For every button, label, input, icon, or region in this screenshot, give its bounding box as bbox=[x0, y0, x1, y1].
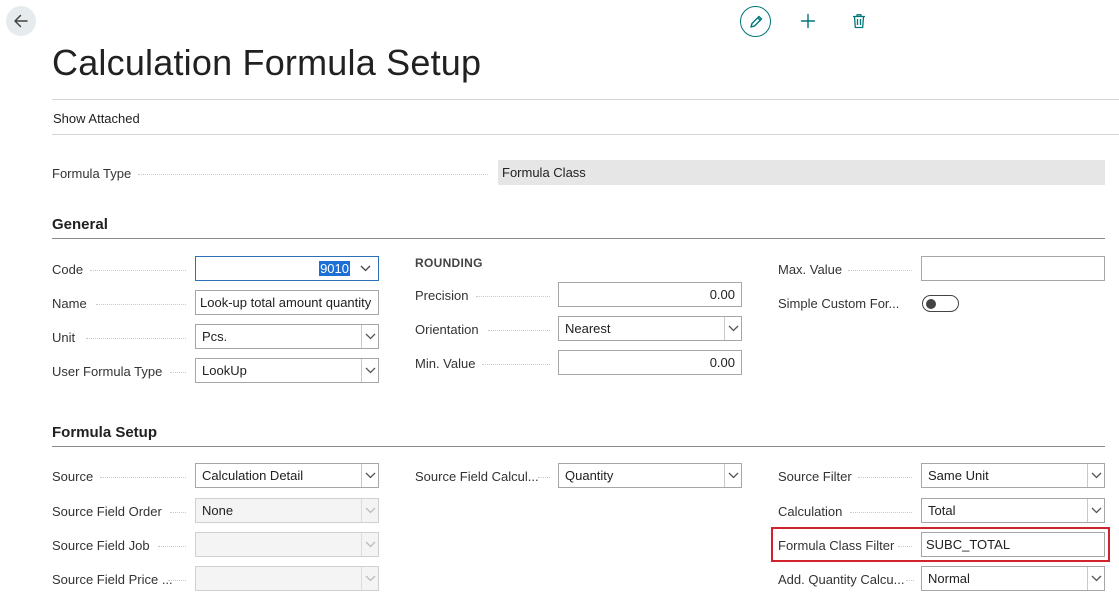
chevron-down-icon[interactable] bbox=[361, 325, 378, 348]
general-section-title[interactable]: General bbox=[52, 216, 108, 233]
leader-dots bbox=[850, 512, 912, 513]
leader-dots bbox=[482, 364, 550, 365]
add-quantity-calculation-label: Add. Quantity Calcu... bbox=[778, 571, 905, 587]
calculation-value: Total bbox=[928, 503, 956, 518]
leader-dots bbox=[90, 270, 186, 271]
leader-dots bbox=[858, 477, 912, 478]
leader-dots bbox=[168, 580, 186, 581]
chevron-down-icon bbox=[361, 533, 378, 556]
name-label: Name bbox=[52, 295, 87, 311]
chevron-down-icon[interactable] bbox=[361, 464, 378, 487]
leader-dots bbox=[100, 477, 186, 478]
leader-dots bbox=[170, 512, 186, 513]
calculation-select[interactable]: Total bbox=[921, 498, 1105, 523]
show-attached-action[interactable]: Show Attached bbox=[53, 111, 140, 126]
leader-dots bbox=[538, 477, 550, 478]
simple-custom-formula-toggle[interactable] bbox=[922, 295, 959, 312]
delete-button[interactable] bbox=[848, 9, 870, 33]
formula-setup-section-title[interactable]: Formula Setup bbox=[52, 424, 157, 441]
source-field-job-label: Source Field Job bbox=[52, 537, 150, 553]
chevron-down-icon[interactable] bbox=[357, 257, 374, 280]
precision-label: Precision bbox=[415, 287, 469, 303]
user-formula-type-value: LookUp bbox=[202, 363, 247, 378]
code-field[interactable]: 9010 bbox=[195, 256, 379, 281]
min-value-label: Min. Value bbox=[415, 355, 476, 371]
source-value: Calculation Detail bbox=[202, 468, 304, 483]
source-field-price-label: Source Field Price ... bbox=[52, 571, 173, 587]
leader-dots bbox=[488, 330, 550, 331]
source-field-calculation-label: Source Field Calcul... bbox=[415, 468, 539, 484]
back-button[interactable] bbox=[6, 6, 36, 36]
formula-type-label: Formula Type bbox=[52, 165, 132, 181]
user-formula-type-select[interactable]: LookUp bbox=[195, 358, 379, 383]
leader-dots bbox=[848, 270, 912, 271]
source-field-calculation-select[interactable]: Quantity bbox=[558, 463, 742, 488]
calculation-label: Calculation bbox=[778, 503, 843, 519]
code-label: Code bbox=[52, 261, 84, 277]
chevron-down-icon bbox=[361, 567, 378, 590]
rounding-heading: ROUNDING bbox=[415, 256, 483, 270]
leader-dots bbox=[138, 174, 488, 175]
chevron-down-icon[interactable] bbox=[361, 359, 378, 382]
leader-dots bbox=[96, 304, 186, 305]
source-field-job-select bbox=[195, 532, 379, 557]
source-select[interactable]: Calculation Detail bbox=[195, 463, 379, 488]
max-value-label: Max. Value bbox=[778, 261, 843, 277]
new-button[interactable] bbox=[796, 9, 820, 33]
code-value: 9010 bbox=[319, 261, 350, 276]
chevron-down-icon[interactable] bbox=[1087, 567, 1104, 590]
source-field-calculation-value: Quantity bbox=[565, 468, 614, 483]
leader-dots bbox=[170, 372, 186, 373]
leader-dots bbox=[476, 296, 550, 297]
add-quantity-calculation-value: Normal bbox=[928, 571, 970, 586]
divider bbox=[52, 134, 1119, 135]
chevron-down-icon[interactable] bbox=[1087, 499, 1104, 522]
leader-dots bbox=[86, 338, 186, 339]
leader-dots bbox=[906, 580, 914, 581]
unit-label: Unit bbox=[52, 329, 76, 345]
formula-class-filter-label: Formula Class Filter bbox=[778, 537, 895, 553]
source-field-price-select bbox=[195, 566, 379, 591]
orientation-label: Orientation bbox=[415, 321, 479, 337]
section-divider bbox=[52, 446, 1105, 447]
orientation-select[interactable]: Nearest bbox=[558, 316, 742, 341]
page-title: Calculation Formula Setup bbox=[52, 42, 482, 83]
chevron-down-icon[interactable] bbox=[724, 317, 741, 340]
source-filter-select[interactable]: Same Unit bbox=[921, 463, 1105, 488]
chevron-down-icon bbox=[361, 499, 378, 522]
section-divider bbox=[52, 238, 1105, 239]
source-field-order-select: None bbox=[195, 498, 379, 523]
max-value-field[interactable] bbox=[921, 256, 1105, 281]
unit-value: Pcs. bbox=[202, 329, 228, 344]
simple-custom-formula-label: Simple Custom For... bbox=[778, 295, 900, 311]
min-value-field[interactable]: 0.00 bbox=[558, 350, 742, 375]
name-field[interactable]: Look-up total amount quantity bbox=[195, 290, 379, 315]
source-field-order-label: Source Field Order bbox=[52, 503, 162, 519]
unit-select[interactable]: Pcs. bbox=[195, 324, 379, 349]
arrow-left-icon bbox=[14, 14, 28, 28]
plus-icon bbox=[800, 13, 816, 29]
divider bbox=[52, 99, 1119, 100]
leader-dots bbox=[158, 546, 186, 547]
chevron-down-icon[interactable] bbox=[1087, 464, 1104, 487]
toggle-knob bbox=[926, 298, 936, 309]
orientation-value: Nearest bbox=[565, 321, 611, 336]
chevron-down-icon[interactable] bbox=[724, 464, 741, 487]
precision-field[interactable]: 0.00 bbox=[558, 282, 742, 307]
source-filter-value: Same Unit bbox=[928, 468, 989, 483]
pencil-icon bbox=[749, 15, 762, 28]
trash-icon bbox=[853, 14, 865, 29]
user-formula-type-label: User Formula Type bbox=[52, 363, 163, 379]
source-field-order-value: None bbox=[202, 503, 234, 518]
source-label: Source bbox=[52, 468, 94, 484]
formula-class-filter-field[interactable]: SUBC_TOTAL bbox=[921, 532, 1105, 557]
leader-dots bbox=[898, 546, 912, 547]
formula-type-value: Formula Class bbox=[498, 160, 1105, 185]
add-quantity-calculation-select[interactable]: Normal bbox=[921, 566, 1105, 591]
source-filter-label: Source Filter bbox=[778, 468, 852, 484]
edit-button[interactable] bbox=[740, 6, 771, 37]
